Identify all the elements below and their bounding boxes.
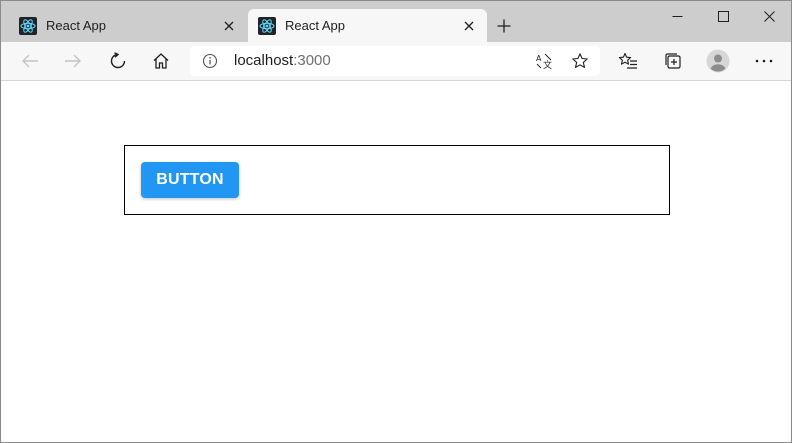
primary-button[interactable]: Button <box>141 162 239 198</box>
react-logo-icon <box>258 16 276 35</box>
address-bar[interactable]: localhost:3000 A 文 <box>190 46 600 76</box>
browser-window: React App React App localhost:3000 A 文 B… <box>0 0 792 443</box>
back-icon[interactable] <box>15 46 45 76</box>
close-icon[interactable] <box>219 16 239 36</box>
tab-strip: React App React App <box>1 1 791 42</box>
url-port: :3000 <box>293 52 331 69</box>
read-aloud-icon[interactable]: A 文 <box>533 50 555 72</box>
tab-title: React App <box>285 18 345 33</box>
favorites-icon[interactable] <box>613 46 643 76</box>
window-close-icon[interactable] <box>746 1 791 31</box>
maximize-icon[interactable] <box>700 1 746 31</box>
react-logo-icon <box>19 16 37 35</box>
tab-title: React App <box>46 18 106 33</box>
favorite-star-icon[interactable] <box>569 50 591 72</box>
svg-text:文: 文 <box>543 59 552 70</box>
home-icon[interactable] <box>146 46 176 76</box>
browser-toolbar: localhost:3000 A 文 <box>1 42 791 81</box>
forward-icon[interactable] <box>58 46 88 76</box>
minimize-icon[interactable] <box>654 1 700 31</box>
refresh-icon[interactable] <box>103 46 133 76</box>
svg-text:A: A <box>536 54 542 63</box>
tab-inactive[interactable]: React App <box>9 9 247 42</box>
address-url[interactable]: localhost:3000 <box>234 53 331 69</box>
url-host: localhost <box>234 52 294 69</box>
info-icon[interactable] <box>202 53 218 69</box>
plus-icon[interactable] <box>493 15 515 37</box>
more-icon[interactable] <box>749 46 779 76</box>
button-container: Button <box>124 145 670 215</box>
tab-active[interactable]: React App <box>248 9 487 42</box>
close-icon[interactable] <box>459 16 479 36</box>
page-content: Button <box>1 81 791 442</box>
profile-icon[interactable] <box>703 46 733 76</box>
collections-icon[interactable] <box>658 46 688 76</box>
